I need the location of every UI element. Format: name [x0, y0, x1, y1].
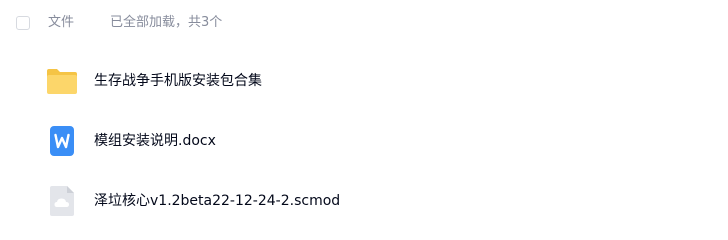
unknown-file-cloud-icon: [46, 185, 78, 217]
file-row[interactable]: 模组安装说明.docx: [0, 112, 728, 168]
file-row[interactable]: 泽垃核心v1.2beta22-12-24-2.scmod: [0, 172, 728, 228]
load-status-text: 已全部加载，共3个: [110, 15, 223, 30]
file-row[interactable]: 生存战争手机版安装包合集: [0, 52, 728, 108]
file-name[interactable]: 模组安装说明.docx: [94, 131, 216, 151]
file-name[interactable]: 生存战争手机版安装包合集: [94, 71, 262, 91]
file-list-page: 文件 已全部加载，共3个 生存战争手机版安装包合集 模组安装说明.docx 泽垃…: [0, 0, 728, 222]
word-doc-icon: [46, 125, 78, 157]
file-name[interactable]: 泽垃核心v1.2beta22-12-24-2.scmod: [94, 191, 340, 211]
select-all-checkbox[interactable]: [16, 16, 30, 30]
column-header-file[interactable]: 文件: [48, 14, 74, 32]
folder-icon: [46, 65, 78, 97]
file-list-header: 文件 已全部加载，共3个: [0, 0, 728, 48]
